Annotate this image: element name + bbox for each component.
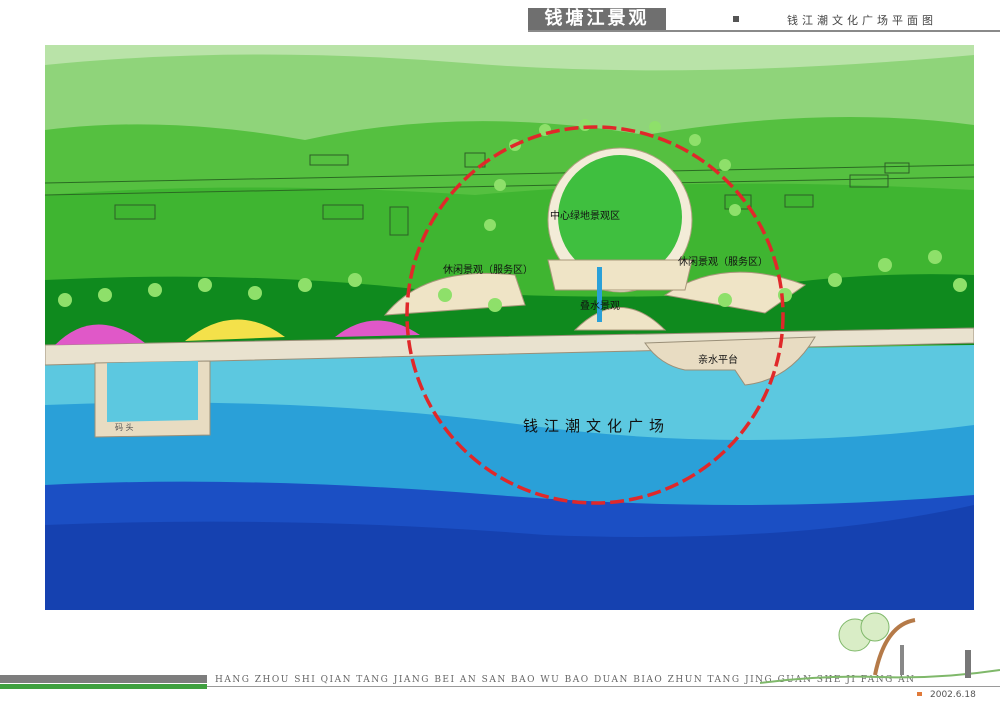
date-marker — [917, 692, 922, 696]
header-rule — [528, 30, 1000, 32]
label-pier: 码 头 — [115, 423, 134, 432]
site-plan-svg — [45, 45, 974, 610]
drawing-title: 钱塘江景观 — [528, 8, 666, 30]
footer-bar-grey — [0, 675, 207, 683]
label-cascade: 叠水景观 — [580, 301, 620, 312]
label-leisure-right: 休闲景观（服务区） — [678, 257, 768, 268]
landscape-sketch — [760, 612, 1000, 684]
label-waterside-platform: 亲水平台 — [698, 355, 738, 366]
cascade-water-channel — [597, 267, 602, 322]
central-steps — [547, 259, 693, 291]
label-leisure-left: 休闲景观（服务区） — [443, 265, 533, 276]
label-central-green: 中心绿地景观区 — [550, 211, 620, 222]
header-marker — [733, 16, 739, 22]
site-plan-map: 中心绿地景观区 休闲景观（服务区） 休闲景观（服务区） 叠水景观 亲水平台 钱江… — [45, 45, 974, 610]
footer-bar-green — [0, 684, 207, 689]
drawing-subtitle: 钱江潮文化广场平面图 — [787, 14, 937, 27]
label-plaza: 钱江潮文化广场 — [523, 417, 671, 435]
footer-date: 2002.6.18 — [930, 690, 976, 700]
pier-basin — [107, 361, 198, 422]
